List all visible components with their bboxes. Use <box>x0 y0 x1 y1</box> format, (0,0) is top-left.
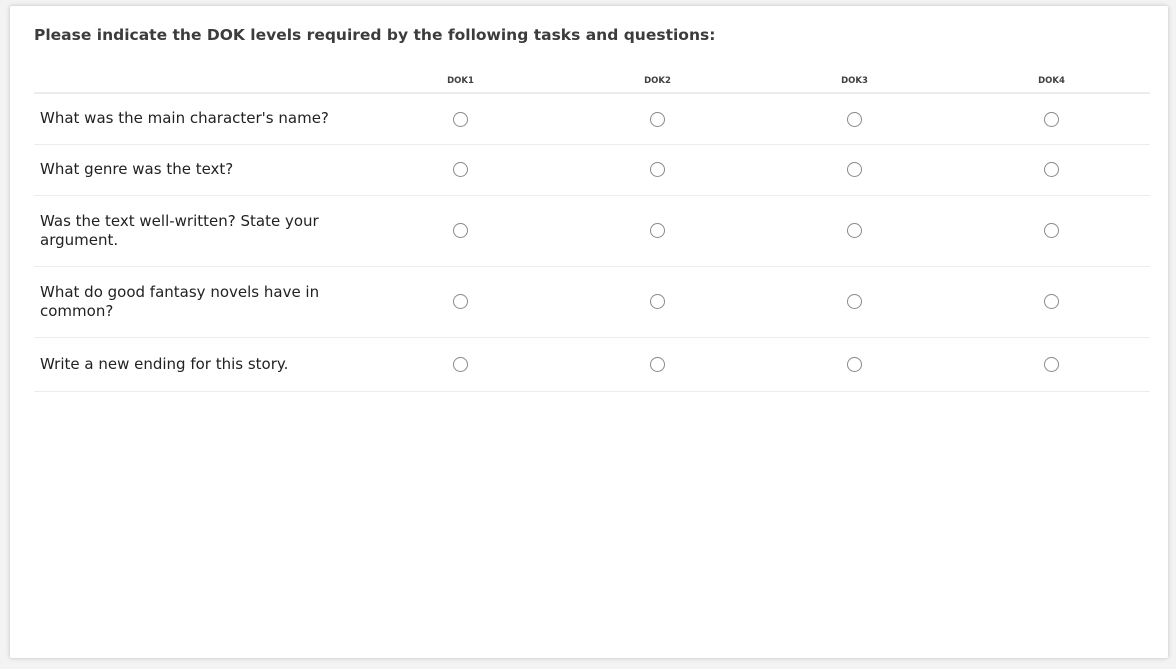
radio-button[interactable] <box>650 294 665 310</box>
radio-button[interactable] <box>453 294 468 310</box>
matrix-table: DOK1 DOK2 DOK3 DOK4 What was the main ch… <box>34 66 1150 392</box>
column-header-dok1: DOK1 <box>362 66 559 94</box>
radio-button[interactable] <box>847 111 862 127</box>
column-header-dok2: DOK2 <box>559 66 756 94</box>
row-statement-text: Write a new ending for this story. <box>40 354 289 373</box>
radio-button[interactable] <box>847 223 862 239</box>
row-statement-text: What was the main character's name? <box>40 109 329 128</box>
choice-cell-dok4[interactable] <box>953 266 1150 338</box>
radio-button[interactable] <box>1044 111 1059 127</box>
choice-cell-dok2[interactable] <box>559 266 756 338</box>
choice-cell-dok1[interactable] <box>362 195 559 267</box>
row-statement: Was the text well-written? State your ar… <box>34 195 362 267</box>
row-statement: Write a new ending for this story. <box>34 337 362 392</box>
radio-button[interactable] <box>847 294 862 310</box>
row-statement-text: What genre was the text? <box>40 160 234 178</box>
choice-cell-dok2[interactable] <box>559 195 756 267</box>
row-statement: What do good fantasy novels have in comm… <box>34 266 362 338</box>
choice-cell-dok1[interactable] <box>362 144 559 196</box>
question-title: Please indicate the DOK levels required … <box>34 26 716 44</box>
radio-button[interactable] <box>1044 356 1059 372</box>
choice-cell-dok4[interactable] <box>953 93 1150 145</box>
survey-question-card: Please indicate the DOK levels required … <box>10 6 1168 658</box>
choice-cell-dok2[interactable] <box>559 337 756 392</box>
choice-cell-dok1[interactable] <box>362 93 559 145</box>
radio-button[interactable] <box>1044 223 1059 239</box>
radio-button[interactable] <box>1044 294 1059 310</box>
radio-button[interactable] <box>650 356 665 372</box>
radio-button[interactable] <box>650 223 665 239</box>
radio-button[interactable] <box>650 111 665 127</box>
choice-cell-dok3[interactable] <box>756 266 953 338</box>
radio-button[interactable] <box>453 162 468 178</box>
choice-cell-dok3[interactable] <box>756 93 953 145</box>
choice-cell-dok4[interactable] <box>953 337 1150 392</box>
choice-cell-dok3[interactable] <box>756 195 953 267</box>
row-statement-text: What do good fantasy novels have in comm… <box>40 282 320 320</box>
choice-cell-dok1[interactable] <box>362 266 559 338</box>
row-statement-text: Was the text well-written? State your ar… <box>40 211 319 249</box>
statement-header-blank <box>34 66 362 94</box>
choice-cell-dok2[interactable] <box>559 144 756 196</box>
matrix-row: What was the main character's name? <box>34 93 1150 145</box>
choice-cell-dok1[interactable] <box>362 337 559 392</box>
column-header-dok3: DOK3 <box>756 66 953 94</box>
radio-button[interactable] <box>453 356 468 372</box>
choice-cell-dok4[interactable] <box>953 195 1150 267</box>
matrix-row: Write a new ending for this story. <box>34 337 1150 392</box>
choice-cell-dok3[interactable] <box>756 144 953 196</box>
radio-button[interactable] <box>847 162 862 178</box>
choice-cell-dok2[interactable] <box>559 93 756 145</box>
radio-button[interactable] <box>650 162 665 178</box>
radio-button[interactable] <box>847 356 862 372</box>
matrix-header-row: DOK1 DOK2 DOK3 DOK4 <box>34 66 1150 94</box>
radio-button[interactable] <box>453 223 468 239</box>
matrix-row: Was the text well-written? State your ar… <box>34 195 1150 267</box>
matrix-row: What do good fantasy novels have in comm… <box>34 266 1150 338</box>
matrix-row: What genre was the text? <box>34 144 1150 196</box>
row-statement: What was the main character's name? <box>34 93 362 145</box>
radio-button[interactable] <box>1044 162 1059 178</box>
column-header-dok4: DOK4 <box>953 66 1150 94</box>
choice-cell-dok4[interactable] <box>953 144 1150 196</box>
radio-button[interactable] <box>453 111 468 127</box>
choice-cell-dok3[interactable] <box>756 337 953 392</box>
row-statement: What genre was the text? <box>34 144 362 196</box>
